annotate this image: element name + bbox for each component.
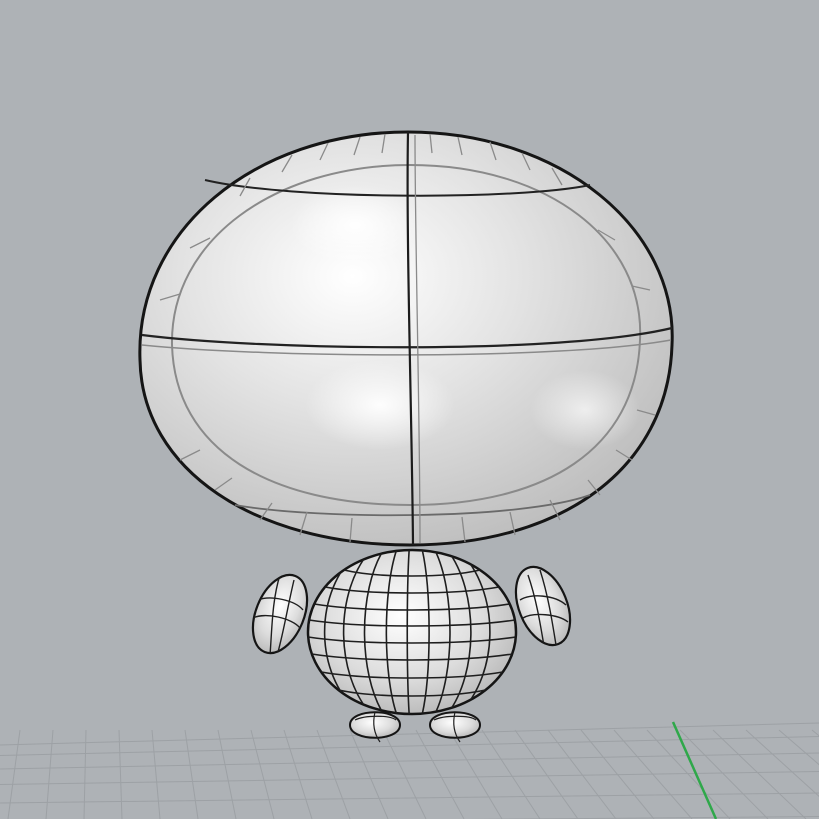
viewport-canvas[interactable] [0,0,819,819]
head-object[interactable] [138,130,674,547]
body-object[interactable] [306,548,518,716]
perspective-viewport[interactable] [0,0,819,819]
